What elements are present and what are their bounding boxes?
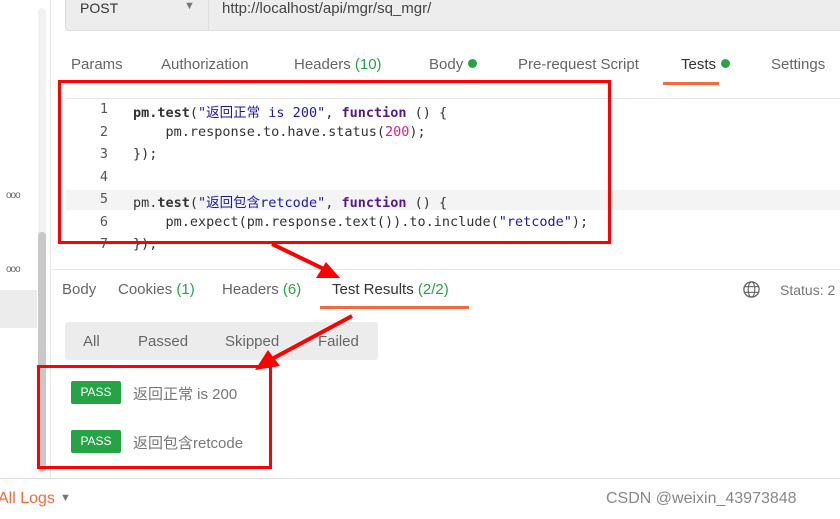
sidebar [0, 0, 37, 478]
globe-icon[interactable] [742, 280, 761, 299]
status-text: Status: 2 [780, 282, 836, 298]
tab-tests[interactable]: Tests [681, 56, 731, 73]
chevron-down-icon[interactable]: ▼ [60, 492, 71, 504]
divider [52, 269, 840, 270]
divider [208, 0, 209, 31]
tab-label: Headers [222, 281, 279, 298]
method-select[interactable]: POST [80, 0, 118, 16]
annotation-box [37, 365, 272, 469]
status-dot-icon [721, 59, 731, 68]
response-tab-headers[interactable]: Headers (6) [222, 281, 301, 298]
status-dot-icon [468, 59, 478, 68]
chevron-down-icon[interactable]: ▼ [184, 0, 195, 12]
tab-settings[interactable]: Settings [771, 56, 825, 73]
response-tab-test-results[interactable]: Test Results (2/2) [332, 281, 449, 298]
watermark: CSDN @weixin_43973848 [606, 490, 797, 507]
response-tab-body[interactable]: Body [62, 281, 96, 298]
tab-count: (10) [354, 56, 382, 73]
response-tab-cookies[interactable]: Cookies (1) [118, 281, 195, 298]
sidebar-item-selected[interactable] [0, 290, 37, 328]
tab-label: Tests [681, 56, 717, 73]
active-tab-underline [320, 306, 469, 309]
tab-label: Params [71, 56, 123, 73]
tab-label: Body [62, 281, 97, 298]
tab-label: Headers [294, 56, 351, 73]
all-logs-button[interactable]: All Logs [0, 490, 55, 508]
tab-headers[interactable]: Headers (10) [294, 56, 382, 73]
tab-label: Test Results [332, 281, 414, 298]
tab-label: Pre-request Script [518, 56, 639, 73]
tab-body[interactable]: Body [429, 56, 478, 73]
filter-failed[interactable]: Failed [318, 333, 359, 350]
filter-skipped[interactable]: Skipped [225, 333, 279, 350]
filter-all[interactable]: All [83, 333, 100, 350]
tab-label: Authorization [161, 56, 249, 73]
tab-count: (1) [176, 281, 195, 298]
more-icon[interactable]: ooo [6, 264, 21, 275]
annotation-box [58, 80, 611, 244]
more-icon[interactable]: ooo [6, 190, 21, 201]
tab-params[interactable]: Params [71, 56, 123, 73]
tab-label: Cookies [118, 281, 173, 298]
tab-count: (6) [282, 281, 302, 298]
active-tab-underline [663, 82, 719, 85]
tab-count: (2/2) [417, 281, 449, 298]
url-bar [65, 0, 840, 31]
tab-label: Settings [771, 56, 826, 73]
url-input[interactable]: http://localhost/api/mgr/sq_mgr/ [222, 0, 431, 17]
tab-pre-request-script[interactable]: Pre-request Script [518, 56, 639, 73]
tab-authorization[interactable]: Authorization [161, 56, 249, 73]
filter-passed[interactable]: Passed [138, 333, 188, 350]
tab-label: Body [429, 56, 464, 73]
